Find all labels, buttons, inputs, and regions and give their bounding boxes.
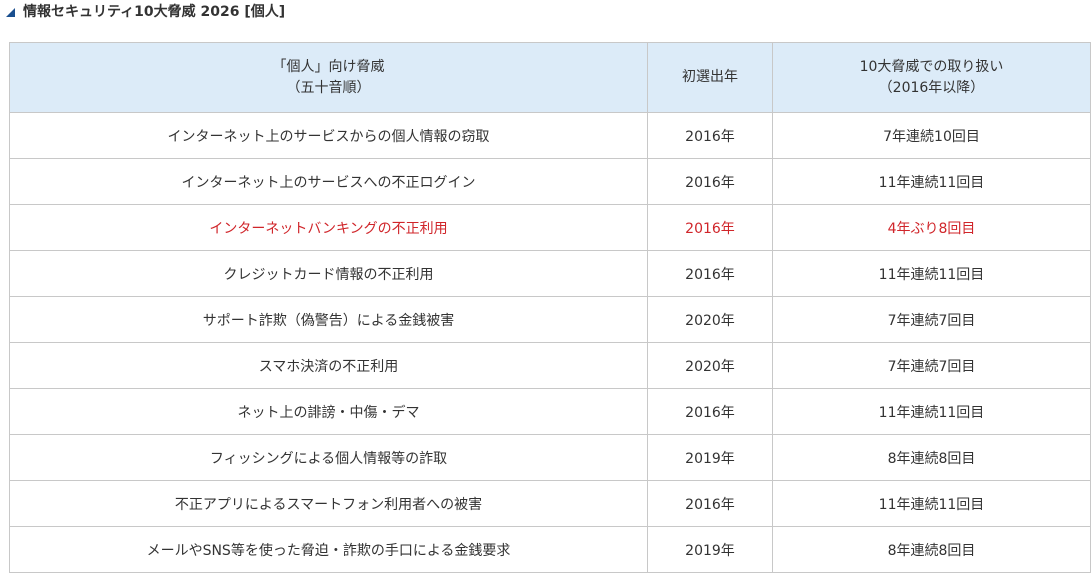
table-row: クレジットカード情報の不正利用 2016年 11年連続11回目 <box>9 250 1091 297</box>
page-title-bar: 情報セキュリティ10大脅威 2026 [個人] <box>6 0 285 22</box>
cell-first-year: 2020年 <box>647 296 773 343</box>
cell-threat: インターネット上のサービスからの個人情報の窃取 <box>9 112 648 159</box>
table-row: インターネット上のサービスからの個人情報の窃取 2016年 7年連続10回目 <box>9 112 1091 159</box>
cell-first-year: 2019年 <box>647 526 773 573</box>
table-row: メールやSNS等を使った脅迫・詐欺の手口による金銭要求 2019年 8年連続8回目 <box>9 526 1091 573</box>
table-row: ネット上の誹謗・中傷・デマ 2016年 11年連続11回目 <box>9 388 1091 435</box>
header-history: 10大脅威での取り扱い （2016年以降） <box>772 42 1091 113</box>
cell-first-year: 2020年 <box>647 342 773 389</box>
page-title: 情報セキュリティ10大脅威 2026 [個人] <box>23 4 286 20</box>
cell-threat: インターネットバンキングの不正利用 <box>9 204 648 251</box>
cell-first-year: 2016年 <box>647 480 773 527</box>
cell-history: 11年連続11回目 <box>772 250 1091 297</box>
cell-history: 11年連続11回目 <box>772 158 1091 205</box>
header-row: 「個人」向け脅威 （五十音順） 初選出年 10大脅威での取り扱い （2016年以… <box>9 42 1091 113</box>
cell-threat: 不正アプリによるスマートフォン利用者への被害 <box>9 480 648 527</box>
cell-threat: フィッシングによる個人情報等の詐取 <box>9 434 648 481</box>
cell-threat: メールやSNS等を使った脅迫・詐欺の手口による金銭要求 <box>9 526 648 573</box>
cell-history: 7年連続10回目 <box>772 112 1091 159</box>
table-row: インターネットバンキングの不正利用 2016年 4年ぶり8回目 <box>9 204 1091 251</box>
cell-first-year: 2016年 <box>647 388 773 435</box>
cell-threat: ネット上の誹謗・中傷・デマ <box>9 388 648 435</box>
cell-history: 11年連続11回目 <box>772 388 1091 435</box>
cell-first-year: 2016年 <box>647 158 773 205</box>
threat-table: 「個人」向け脅威 （五十音順） 初選出年 10大脅威での取り扱い （2016年以… <box>9 42 1091 573</box>
header-first-year: 初選出年 <box>647 42 773 113</box>
cell-first-year: 2016年 <box>647 250 773 297</box>
cell-threat: サポート詐欺（偽警告）による金銭被害 <box>9 296 648 343</box>
cell-first-year: 2016年 <box>647 204 773 251</box>
cell-history: 7年連続7回目 <box>772 296 1091 343</box>
header-threat-line2: （五十音順） <box>286 79 371 96</box>
table-body: インターネット上のサービスからの個人情報の窃取 2016年 7年連続10回目 インター… <box>9 112 1091 573</box>
cell-history: 8年連続8回目 <box>772 526 1091 573</box>
table-row: スマホ決済の不正利用 2020年 7年連続7回目 <box>9 342 1091 389</box>
header-threat-line1: 「個人」向け脅威 <box>272 58 385 75</box>
cell-threat: スマホ決済の不正利用 <box>9 342 648 389</box>
cell-history: 7年連続7回目 <box>772 342 1091 389</box>
header-history-line2: （2016年以降） <box>878 79 985 96</box>
table-header: 「個人」向け脅威 （五十音順） 初選出年 10大脅威での取り扱い （2016年以… <box>9 42 1091 113</box>
table-row: 不正アプリによるスマートフォン利用者への被害 2016年 11年連続11回目 <box>9 480 1091 527</box>
cell-history: 8年連続8回目 <box>772 434 1091 481</box>
cell-first-year: 2019年 <box>647 434 773 481</box>
header-threat: 「個人」向け脅威 （五十音順） <box>9 42 648 113</box>
cell-threat: クレジットカード情報の不正利用 <box>9 250 648 297</box>
cell-history: 11年連続11回目 <box>772 480 1091 527</box>
triangle-marker-icon <box>6 7 15 17</box>
table-row: インターネット上のサービスへの不正ログイン 2016年 11年連続11回目 <box>9 158 1091 205</box>
cell-first-year: 2016年 <box>647 112 773 159</box>
cell-history: 4年ぶり8回目 <box>772 204 1091 251</box>
table-row: サポート詐欺（偽警告）による金銭被害 2020年 7年連続7回目 <box>9 296 1091 343</box>
header-history-line1: 10大脅威での取り扱い <box>859 58 1004 75</box>
table-row: フィッシングによる個人情報等の詐取 2019年 8年連続8回目 <box>9 434 1091 481</box>
cell-threat: インターネット上のサービスへの不正ログイン <box>9 158 648 205</box>
